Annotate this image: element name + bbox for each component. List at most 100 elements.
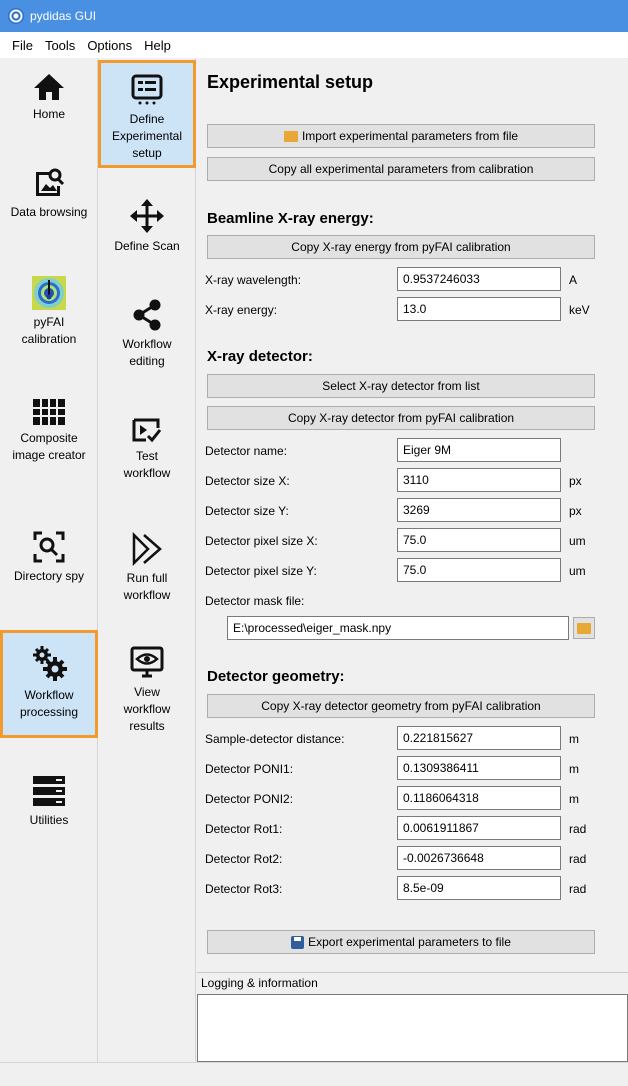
detector-size-x-label: Detector size X: — [205, 474, 290, 488]
search-frame-icon — [33, 531, 65, 563]
detector-size-x-input[interactable] — [397, 468, 561, 492]
sidebar-item-data-browsing[interactable]: Data browsing — [0, 166, 98, 270]
detector-name-label: Detector name: — [205, 444, 288, 458]
detector-size-x-unit: px — [569, 474, 582, 488]
select-detector-button[interactable]: Select X-ray detector from list — [207, 374, 595, 398]
sidebar-item-label: Home — [32, 107, 65, 121]
experiment-panel-icon — [131, 74, 163, 105]
subnav-item-define-experimental-setup[interactable]: Define Experimental setup — [98, 60, 196, 168]
geometry-section-title: Detector geometry: — [207, 668, 345, 685]
sidebar-item-label: Composite image creator — [12, 431, 86, 462]
subnav-item-workflow-editing[interactable]: Workflow editing — [98, 298, 196, 388]
sidebar-item-label: pyFAI calibration — [21, 315, 77, 346]
sidebar-item-utilities[interactable]: Utilities — [0, 774, 98, 854]
subnav-item-label: Test workflow — [123, 449, 171, 480]
pixel-size-y-unit: um — [569, 564, 586, 578]
experimental-setup-panel: Experimental setup Import experimental p… — [197, 58, 628, 966]
import-parameters-button[interactable]: Import experimental parameters from file — [207, 124, 595, 148]
window-title: pydidas GUI — [30, 9, 97, 23]
energy-label: X-ray energy: — [205, 303, 278, 317]
mask-file-input[interactable] — [227, 616, 569, 640]
folder-icon — [283, 130, 298, 142]
grid-icon — [33, 399, 65, 425]
sidebar-item-label: Workflow processing — [19, 688, 79, 719]
sidebar-item-label: Directory spy — [14, 569, 85, 583]
image-search-icon — [36, 168, 65, 196]
detector-section-title: X-ray detector: — [207, 348, 313, 365]
menu-bar: File Tools Options Help — [0, 32, 628, 58]
subnav-item-view-workflow-results[interactable]: View workflow results — [98, 646, 196, 756]
subnav-item-label: Workflow editing — [122, 337, 172, 368]
server-icon — [33, 776, 65, 806]
distance-input[interactable] — [397, 726, 561, 750]
monitor-eye-icon — [130, 646, 164, 678]
page-title: Experimental setup — [207, 72, 374, 92]
save-icon — [291, 935, 305, 949]
rot3-label: Detector Rot3: — [205, 882, 283, 896]
export-parameters-button[interactable]: Export experimental parameters to file — [207, 930, 595, 954]
detector-size-y-input[interactable] — [397, 498, 561, 522]
browse-mask-button[interactable] — [573, 617, 595, 639]
pixel-size-x-input[interactable] — [397, 528, 561, 552]
menu-file[interactable]: File — [6, 38, 39, 53]
copy-detector-button[interactable]: Copy X-ray detector from pyFAI calibrati… — [207, 406, 595, 430]
poni1-unit: m — [569, 762, 579, 776]
move-arrows-icon — [130, 199, 164, 233]
home-icon — [34, 74, 64, 100]
subnav-item-test-workflow[interactable]: Test workflow — [98, 418, 196, 498]
pixel-size-y-input[interactable] — [397, 558, 561, 582]
pixel-size-y-label: Detector pixel size Y: — [205, 564, 317, 578]
pixel-size-x-unit: um — [569, 534, 586, 548]
wavelength-unit: A — [569, 273, 578, 287]
test-play-icon — [132, 418, 162, 443]
poni2-input[interactable] — [397, 786, 561, 810]
sidebar-item-pyfai-calibration[interactable]: pyFAI calibration — [0, 276, 98, 384]
gears-icon — [33, 646, 67, 681]
copy-geometry-button[interactable]: Copy X-ray detector geometry from pyFAI … — [207, 694, 595, 718]
rot2-input[interactable] — [397, 846, 561, 870]
copy-energy-button[interactable]: Copy X-ray energy from pyFAI calibration — [207, 235, 595, 259]
distance-unit: m — [569, 732, 579, 746]
wavelength-label: X-ray wavelength: — [205, 273, 302, 287]
workflow-subnav: Define Experimental setup Define Scan Wo… — [98, 58, 196, 1062]
sidebar-item-label: Data browsing — [10, 205, 88, 219]
subnav-item-label: View workflow results — [123, 685, 171, 733]
subnav-item-run-full-workflow[interactable]: Run full workflow — [98, 532, 196, 622]
sidebar-item-workflow-processing[interactable]: Workflow processing — [0, 630, 98, 738]
fast-forward-icon — [132, 532, 162, 566]
sidebar-item-composite-image-creator[interactable]: Composite image creator — [0, 398, 98, 510]
copy-all-from-calibration-button[interactable]: Copy all experimental parameters from ca… — [207, 157, 595, 181]
energy-input[interactable] — [397, 297, 561, 321]
menu-help[interactable]: Help — [138, 38, 177, 53]
poni1-input[interactable] — [397, 756, 561, 780]
energy-unit: keV — [569, 303, 590, 317]
status-bar — [0, 1062, 628, 1086]
pydidas-app-icon — [8, 8, 24, 24]
rot3-unit: rad — [569, 882, 587, 896]
rot1-input[interactable] — [397, 816, 561, 840]
logging-header: Logging & information — [197, 972, 628, 992]
detector-name-input[interactable] — [397, 438, 561, 462]
wavelength-input[interactable] — [397, 267, 561, 291]
sidebar-item-home[interactable]: Home — [0, 72, 98, 162]
main-sidebar: Home Data browsing pyFAI calibration Com… — [0, 58, 98, 1062]
rot2-unit: rad — [569, 852, 587, 866]
rot1-unit: rad — [569, 822, 587, 836]
detector-size-y-unit: px — [569, 504, 582, 518]
rot2-label: Detector Rot2: — [205, 852, 283, 866]
detector-size-y-label: Detector size Y: — [205, 504, 289, 518]
menu-options[interactable]: Options — [81, 38, 138, 53]
logging-text-area[interactable] — [197, 994, 628, 1062]
menu-tools[interactable]: Tools — [39, 38, 81, 53]
poni2-label: Detector PONI2: — [205, 792, 294, 806]
share-icon — [133, 299, 161, 331]
title-bar: pydidas GUI — [0, 0, 628, 32]
subnav-item-label: Define Scan — [114, 239, 180, 253]
rot3-input[interactable] — [397, 876, 561, 900]
poni1-label: Detector PONI1: — [205, 762, 294, 776]
sidebar-item-directory-spy[interactable]: Directory spy — [0, 530, 98, 630]
subnav-item-label: Define Experimental setup — [111, 112, 183, 160]
beamline-section-title: Beamline X-ray energy: — [207, 210, 374, 227]
subnav-item-define-scan[interactable]: Define Scan — [98, 198, 196, 278]
folder-icon — [577, 622, 591, 634]
